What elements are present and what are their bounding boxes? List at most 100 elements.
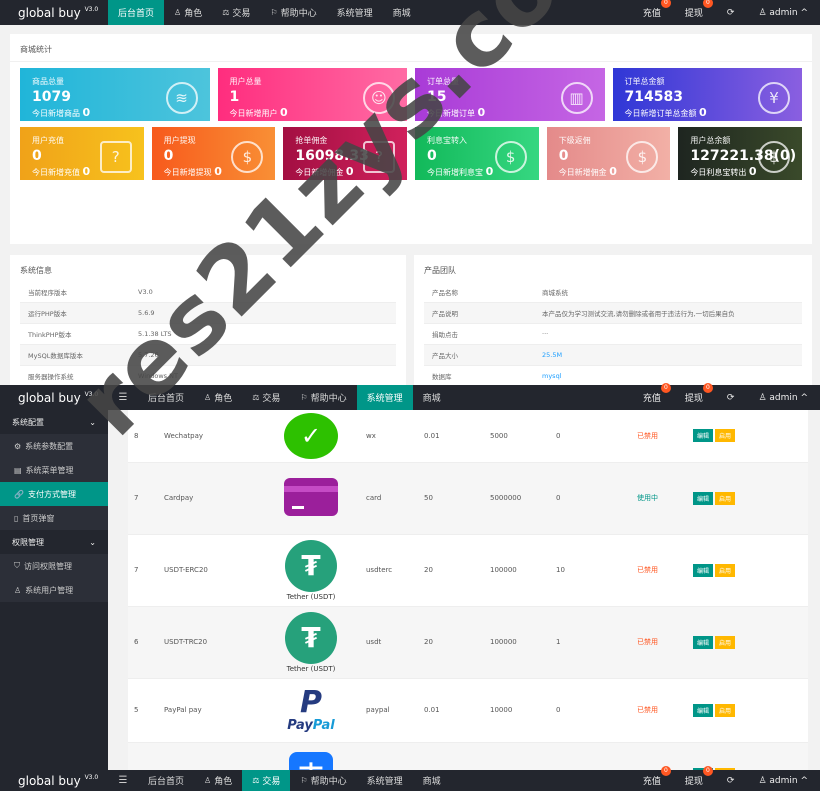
- enable-button[interactable]: 启用: [715, 563, 736, 577]
- info-row: MySQL数据库版本 5.7.26: [20, 344, 396, 366]
- cell-logo: 支: [256, 742, 366, 770]
- nav-mall[interactable]: 商城: [413, 770, 451, 791]
- cell-logo: [256, 462, 366, 535]
- top-nav: 后台首页 ♙ 角色 ⚖ 交易 ⚐ 帮助中心 系统管理 商城: [108, 0, 421, 25]
- top-bar-2: global buy V3.0 ☰ 后台首页 ♙ 角色 ⚖ 交易 ⚐ 帮助中心 系统管…: [0, 383, 820, 410]
- nav-role[interactable]: ♙ 角色: [164, 0, 212, 25]
- sidebar-item-menus[interactable]: ▤ 系统菜单管理: [0, 458, 108, 482]
- info-key: MySQL数据库版本: [20, 344, 130, 366]
- cell-logo: ✓: [256, 410, 366, 463]
- edit-button[interactable]: 编辑: [693, 635, 714, 649]
- recharge-badge: 0: [660, 766, 671, 776]
- flag-icon: ⚐: [270, 8, 278, 17]
- nav-home[interactable]: 后台首页: [138, 385, 194, 410]
- brand[interactable]: global buy V3.0: [0, 6, 108, 20]
- cell-name: USDT-ERC20: [164, 534, 256, 607]
- nav-system[interactable]: 系统管理: [357, 770, 413, 791]
- user-menu[interactable]: ♙ admin ^: [746, 8, 820, 18]
- nav-trade[interactable]: ⚖ 交易: [242, 385, 290, 410]
- recharge-link[interactable]: 充值 0: [631, 0, 673, 19]
- refresh-icon[interactable]: ⟳: [715, 776, 747, 786]
- user-icon: ♙: [14, 585, 22, 595]
- nav-help[interactable]: ⚐ 帮助中心: [260, 0, 326, 25]
- info-row: 运行PHP版本 5.6.9: [20, 302, 396, 324]
- sidebar-item-payments[interactable]: 🔗 支付方式管理: [0, 482, 108, 506]
- brand[interactable]: global buy V3.0: [0, 391, 108, 405]
- recharge-link[interactable]: 充值 0: [631, 383, 673, 404]
- chevron-down-icon: ⌄: [89, 537, 96, 547]
- status-badge: 已禁用: [637, 678, 693, 743]
- status-badge: 已禁用: [637, 606, 693, 679]
- nav-system[interactable]: 系统管理: [356, 385, 413, 410]
- withdraw-link[interactable]: 提现 0: [673, 383, 715, 404]
- layers-icon: ≋: [165, 82, 198, 114]
- chevron-down-icon: ⌄: [89, 417, 96, 427]
- info-value[interactable]: 25.5M: [534, 344, 802, 366]
- cell-code: usdt: [366, 606, 424, 679]
- nav-trade[interactable]: ⚖ 交易: [212, 0, 260, 25]
- hamburger-icon[interactable]: ☰: [108, 392, 138, 403]
- sidebar-item-access[interactable]: ⛉ 访问权限管理: [0, 554, 108, 578]
- refresh-icon[interactable]: ⟳: [715, 8, 747, 18]
- enable-button[interactable]: 启用: [715, 703, 736, 717]
- sidebar-item-sysusers[interactable]: ♙ 系统用户管理: [0, 578, 108, 602]
- enable-button[interactable]: 启用: [715, 429, 736, 443]
- edit-button[interactable]: 编辑: [693, 491, 714, 505]
- user-icon: ♙: [758, 775, 770, 786]
- cell-order: 1: [556, 606, 637, 679]
- user-menu[interactable]: ♙ admin ^: [746, 776, 820, 786]
- nav-system[interactable]: 系统管理: [327, 0, 383, 25]
- table-row: 6 USDT-TRC20 ₮ Tether (USDT) usdt 20 100000 1 已禁…: [128, 606, 808, 679]
- nav-role[interactable]: ♙ 角色: [194, 770, 242, 791]
- nav-trade[interactable]: ⚖ 交易: [242, 770, 291, 791]
- edit-button[interactable]: 编辑: [693, 429, 714, 443]
- user-icon: ♙: [204, 393, 212, 402]
- nav-help[interactable]: ⚐ 帮助中心: [290, 770, 356, 791]
- nav-mall[interactable]: 商城: [383, 0, 421, 25]
- sidebar-group-permission[interactable]: 权限管理 ⌄: [0, 530, 108, 554]
- users-icon: ☺: [363, 82, 395, 114]
- cell-id: 0: [128, 742, 164, 770]
- enable-button[interactable]: 启用: [715, 491, 736, 505]
- cell-id: 7: [128, 534, 164, 607]
- cell-actions: 编辑启用: [693, 606, 808, 679]
- edit-button[interactable]: 编辑: [693, 703, 714, 717]
- cell-max: 100000: [490, 606, 556, 679]
- nav-help[interactable]: ⚐ 帮助中心: [290, 385, 356, 410]
- nav-home[interactable]: 后台首页: [108, 0, 165, 25]
- book-icon: ▥: [560, 82, 593, 114]
- hamburger-icon[interactable]: ☰: [108, 775, 138, 786]
- enable-button[interactable]: 启用: [715, 635, 736, 649]
- cell-max: 10000: [490, 742, 556, 770]
- nav-role[interactable]: ♙ 角色: [194, 385, 242, 410]
- trade-icon: ⚖: [252, 776, 260, 785]
- user-menu[interactable]: ♙ admin ^: [746, 393, 820, 403]
- sidebar-item-params[interactable]: ⚙ 系统参数配置: [0, 434, 108, 458]
- info-key: 捐助点击: [424, 323, 534, 345]
- stat-card-yesterday: 昨日新增佣金 0: [295, 179, 395, 180]
- alipay-logo: 支: [289, 752, 333, 770]
- cell-code: card: [366, 462, 424, 535]
- top-bar-1: global buy V3.0 后台首页 ♙ 角色 ⚖ 交易 ⚐ 帮助中心 系统管理 …: [0, 0, 820, 25]
- tether-icon: ₮: [285, 539, 337, 592]
- cell-code: zfb: [366, 742, 424, 770]
- edit-button[interactable]: 编辑: [693, 563, 714, 577]
- sidebar-item-popup[interactable]: ▯ 首页弹窗: [0, 506, 108, 530]
- info-value: 5.1.38 LTS: [130, 323, 396, 345]
- refresh-icon[interactable]: ⟳: [715, 393, 747, 403]
- cell-actions: 编辑启用: [693, 462, 808, 535]
- withdraw-link[interactable]: 提现 0: [673, 766, 715, 787]
- cell-rate: 50: [424, 462, 490, 535]
- cell-max: 10000: [490, 678, 556, 743]
- info-value[interactable]: mysql: [534, 365, 802, 385]
- nav-mall[interactable]: 商城: [413, 385, 451, 410]
- nav-home[interactable]: 后台首页: [138, 770, 194, 791]
- stat-card-0: 商品总量1079今日新增商品 0昨日新增商品 0≋: [20, 68, 210, 121]
- info-row: 捐助点击 ···: [424, 323, 802, 345]
- recharge-link[interactable]: 充值 0: [631, 766, 673, 787]
- sidebar-group-config[interactable]: 系统配置 ⌄: [0, 410, 108, 434]
- info-value: 5.7.26: [130, 344, 396, 366]
- table-row: 5 PayPal pay P PayPal paypal 0.01 10000 0 已禁用 编辑启…: [128, 678, 808, 743]
- brand[interactable]: global buy V3.0: [0, 774, 108, 788]
- withdraw-link[interactable]: 提现 0: [673, 0, 715, 19]
